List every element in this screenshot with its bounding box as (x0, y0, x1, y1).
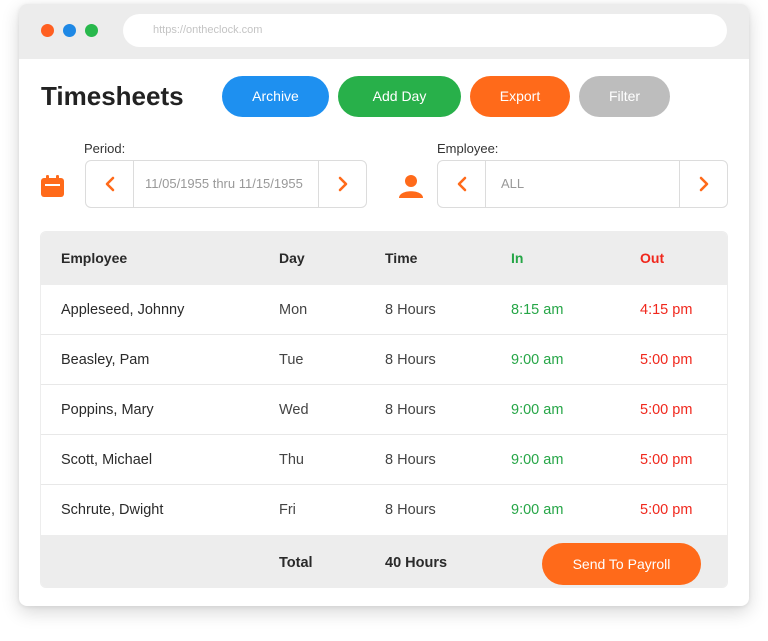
out-cell: 5:00 pm (640, 402, 693, 418)
in-cell: 9:00 am (511, 502, 564, 518)
close-window-dot[interactable] (41, 24, 54, 37)
out-cell: 5:00 pm (640, 452, 693, 468)
out-cell: 4:15 pm (640, 302, 693, 318)
employee-cell: Beasley, Pam (61, 352, 150, 368)
table-row[interactable]: Appleseed, Johnny Mon 8 Hours 8:15 am 4:… (41, 285, 727, 335)
table-row[interactable]: Scott, Michael Thu 8 Hours 9:00 am 5:00 … (41, 435, 727, 485)
time-cell: 8 Hours (385, 352, 436, 368)
export-button[interactable]: Export (470, 76, 570, 117)
employee-label: Employee: (437, 141, 499, 156)
period-next-button[interactable] (318, 161, 366, 207)
send-to-payroll-button[interactable]: Send To Payroll (542, 543, 701, 585)
address-bar[interactable]: https://ontheclock.com (123, 14, 727, 47)
period-picker: 11/05/1955 thru 11/15/1955 (85, 160, 367, 208)
chevron-left-icon (457, 176, 466, 192)
table-footer: Total 40 Hours Send To Payroll (41, 535, 727, 587)
day-cell: Tue (279, 352, 304, 368)
employee-cell: Poppins, Mary (61, 402, 154, 418)
maximize-window-dot[interactable] (85, 24, 98, 37)
page-title: Timesheets (41, 81, 184, 111)
chevron-left-icon (105, 176, 114, 192)
employee-cell: Appleseed, Johnny (61, 302, 185, 318)
browser-chrome: https://ontheclock.com (19, 4, 749, 59)
header-time[interactable]: Time (385, 232, 417, 285)
time-cell: 8 Hours (385, 502, 436, 518)
app-window: https://ontheclock.com Timesheets Archiv… (19, 4, 749, 606)
day-cell: Wed (279, 402, 309, 418)
header-in[interactable]: In (511, 232, 523, 285)
day-cell: Thu (279, 452, 304, 468)
table-header: Employee Day Time In Out (41, 232, 727, 285)
total-hours: 40 Hours (385, 555, 448, 571)
in-cell: 9:00 am (511, 352, 564, 368)
employee-picker: ALL (437, 160, 728, 208)
minimize-window-dot[interactable] (63, 24, 76, 37)
time-cell: 8 Hours (385, 452, 436, 468)
employee-next-button[interactable] (679, 161, 727, 207)
day-cell: Mon (279, 302, 308, 318)
table-row[interactable]: Beasley, Pam Tue 8 Hours 9:00 am 5:00 pm (41, 335, 727, 385)
chevron-right-icon (338, 176, 347, 192)
filter-button[interactable]: Filter (579, 76, 670, 117)
day-cell: Fri (279, 502, 296, 518)
out-cell: 5:00 pm (640, 502, 693, 518)
header-employee[interactable]: Employee (61, 232, 127, 285)
total-label: Total (279, 555, 313, 571)
calendar-icon (41, 175, 64, 197)
header-day[interactable]: Day (279, 232, 305, 285)
timesheet-table: Employee Day Time In Out Appleseed, John… (40, 231, 728, 588)
period-value[interactable]: 11/05/1955 thru 11/15/1955 (145, 161, 303, 207)
period-prev-button[interactable] (86, 161, 134, 207)
in-cell: 8:15 am (511, 302, 564, 318)
employee-value[interactable]: ALL (501, 161, 524, 207)
time-cell: 8 Hours (385, 402, 436, 418)
employee-cell: Scott, Michael (61, 452, 153, 468)
table-row[interactable]: Poppins, Mary Wed 8 Hours 9:00 am 5:00 p… (41, 385, 727, 435)
period-label: Period: (84, 141, 126, 156)
add-day-button[interactable]: Add Day (338, 76, 461, 117)
out-cell: 5:00 pm (640, 352, 693, 368)
time-cell: 8 Hours (385, 302, 436, 318)
in-cell: 9:00 am (511, 452, 564, 468)
chevron-right-icon (699, 176, 708, 192)
in-cell: 9:00 am (511, 402, 564, 418)
employee-prev-button[interactable] (438, 161, 486, 207)
person-icon (399, 175, 423, 198)
employee-cell: Schrute, Dwight (61, 502, 164, 518)
header-out[interactable]: Out (640, 232, 664, 285)
archive-button[interactable]: Archive (222, 76, 329, 117)
table-row[interactable]: Schrute, Dwight Fri 8 Hours 9:00 am 5:00… (41, 485, 727, 535)
